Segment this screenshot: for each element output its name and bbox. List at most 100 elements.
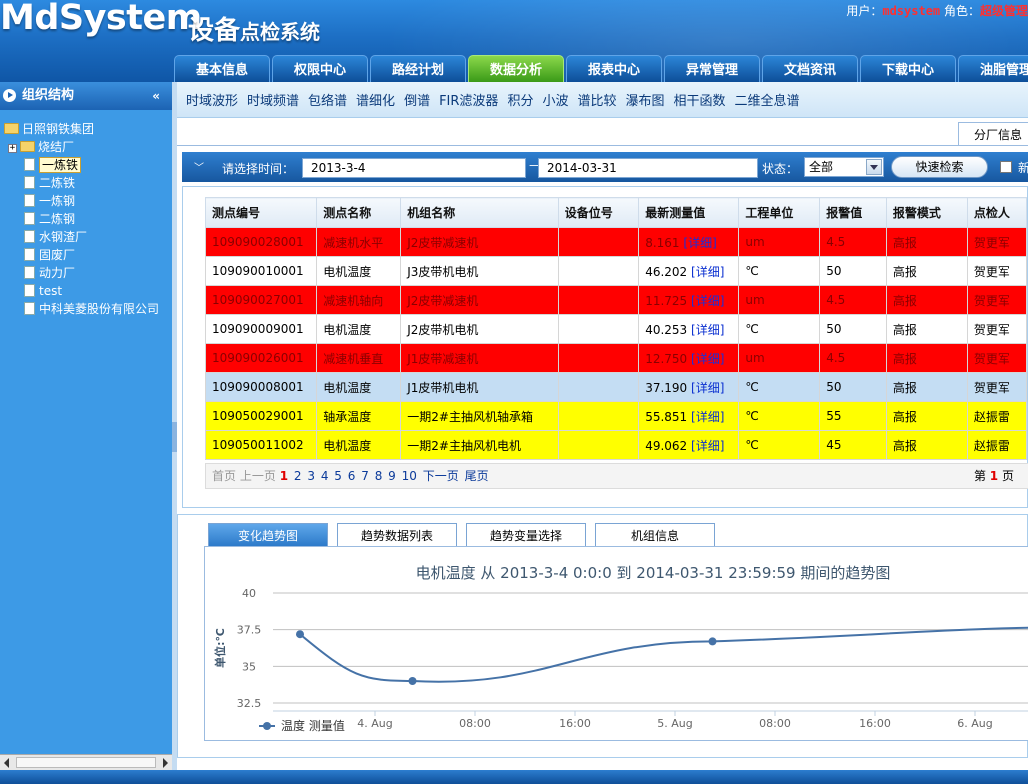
subnav-spectrum-compare[interactable]: 谱比较 [577,90,616,109]
page-link[interactable]: 5 [334,469,342,483]
subnav-wavelet[interactable]: 小波 [542,90,568,109]
table-row[interactable]: 109090010001 电机温度 J3皮带机电机 46.202 [详细] ℃ 50 高报贺… [204,256,1028,286]
nav-tab-permissions[interactable]: 权限中心 [272,55,368,82]
cell-unit-name: J2皮带减速机 [400,227,559,257]
next-page-link[interactable]: 下一页 [423,469,459,483]
col-header[interactable]: 点检人 [966,197,1028,228]
subnav-time-spectrum[interactable]: 时域频谱 [247,90,299,109]
tab-unit-info[interactable]: 机组信息 [595,523,715,547]
collapse-icon[interactable]: « [152,82,160,110]
table-row[interactable]: 109090026001 减速机垂直 J1皮带减速机 12.750 [详细] um 4.5… [204,343,1028,373]
nav-tab-documents[interactable]: 文档资讯 [762,55,858,82]
quick-search-button[interactable]: 快速检索 [891,156,988,178]
col-header[interactable]: 报警模式 [885,197,968,228]
nav-tab-basic-info[interactable]: 基本信息 [174,55,270,82]
detail-link[interactable]: [详细] [691,323,724,337]
sidebar-scrollbar[interactable] [0,754,172,770]
dropdown-arrow-icon[interactable] [866,159,882,175]
page-link[interactable]: 7 [361,469,369,483]
nav-tab-exceptions[interactable]: 异常管理 [664,55,760,82]
col-header[interactable]: 报警值 [819,197,887,228]
scroll-thumb[interactable] [16,757,156,768]
detail-link[interactable]: [详细] [691,381,724,395]
subnav-holospectrum[interactable]: 二维全息谱 [735,90,800,109]
start-date-input[interactable] [302,158,526,178]
subnav-integral[interactable]: 积分 [507,90,533,109]
col-header[interactable]: 最新测量值 [638,197,740,228]
nav-tab-route-plan[interactable]: 路经计划 [370,55,466,82]
tab-trend-chart[interactable]: 变化趋势图 [208,523,328,547]
page-link[interactable]: 6 [348,469,356,483]
detail-link[interactable]: [详细] [683,236,716,250]
nav-tab-reports[interactable]: 报表中心 [566,55,662,82]
tree-node-selected[interactable]: 一炼铁 [4,156,172,174]
scroll-right-icon[interactable] [163,758,168,768]
tab-trend-data-list[interactable]: 趋势数据列表 [337,523,457,547]
nav-tab-data-analysis[interactable]: 数据分析 [468,55,564,82]
page-link[interactable]: 8 [375,469,383,483]
tab-branch-info[interactable]: 分厂信息 [958,122,1028,146]
page-link[interactable]: 4 [321,469,329,483]
tree-node[interactable]: 二炼钢 [4,210,172,228]
table-row[interactable]: 109090008001 电机温度 J1皮带机电机 37.190 [详细] ℃ 50 高报贺… [204,372,1028,402]
tab-trend-variable[interactable]: 趋势变量选择 [466,523,586,547]
detail-link[interactable]: [详细] [691,439,724,453]
first-page-link[interactable]: 首页 [212,469,236,483]
subnav-time-waveform[interactable]: 时域波形 [186,90,238,109]
page-link[interactable]: 10 [402,469,417,483]
col-header[interactable]: 设备位号 [557,197,640,228]
new-checkbox[interactable] [1000,161,1012,173]
col-header[interactable]: 测点编号 [204,197,318,228]
col-header[interactable]: 工程单位 [738,197,821,228]
tree-node[interactable]: 固废厂 [4,246,172,264]
cell-id: 109090009001 [204,314,318,344]
page-link[interactable]: 2 [294,469,302,483]
subnav-fir-filter[interactable]: FIR滤波器 [439,90,498,109]
cell-person: 贺更军 [966,285,1028,315]
subnav-coherence[interactable]: 相干函数 [674,90,726,109]
table-row[interactable]: 109050029001 轴承温度 一期2#主抽风机轴承箱 55.851 [详细] ℃ 5… [204,401,1028,431]
cell-value: 37.190 [详细] [638,372,740,402]
detail-link[interactable]: [详细] [691,352,724,366]
tab-divider [177,145,1028,146]
tree-node[interactable]: 二炼铁 [4,174,172,192]
tree-node[interactable]: 水钢渣厂 [4,228,172,246]
subnav-envelope[interactable]: 包络谱 [308,90,347,109]
table-row[interactable]: 109090027001 减速机轴向 J2皮带减速机 11.725 [详细] um 4.5… [204,285,1028,315]
tree-node-group[interactable]: + 烧结厂 [4,138,172,156]
subnav-cepstrum[interactable]: 倒谱 [404,90,430,109]
page-link[interactable]: 3 [307,469,315,483]
table-row[interactable]: 109090009001 电机温度 J2皮带机电机 40.253 [详细] ℃ 50 高报贺… [204,314,1028,344]
subnav-waterfall[interactable]: 瀑布图 [625,90,664,109]
col-header[interactable]: 测点名称 [316,197,402,228]
status-select[interactable]: 全部 [804,157,884,177]
table-row[interactable]: 109050011002 电机温度 一期2#主抽风机电机 49.062 [详细] ℃ 45… [204,430,1028,460]
tree-node[interactable]: 中科美菱股份有限公司 [4,300,172,318]
last-page-link[interactable]: 尾页 [465,469,489,483]
subnav-zoom-spectrum[interactable]: 谱细化 [356,90,395,109]
nav-tab-downloads[interactable]: 下载中心 [860,55,956,82]
col-header[interactable]: 机组名称 [400,197,559,228]
cell-name: 电机温度 [316,256,402,286]
chevron-down-icon[interactable]: ﹀ [194,159,204,174]
scroll-left-icon[interactable] [4,758,9,768]
sidebar: 组织结构 « 日照钢铁集团 + 烧结厂 一炼铁 二炼铁 一炼钢 二炼钢 水钢渣厂 … [0,82,172,770]
prev-page-link[interactable]: 上一页 [240,469,276,483]
cell-name: 轴承温度 [316,401,402,431]
page-link[interactable]: 9 [388,469,396,483]
detail-link[interactable]: [详细] [691,265,724,279]
cell-mode: 高报 [885,227,968,257]
detail-link[interactable]: [详细] [691,294,724,308]
tree-node-root[interactable]: 日照钢铁集团 [4,120,172,138]
end-date-input[interactable] [538,158,758,178]
tree-node[interactable]: 一炼钢 [4,192,172,210]
tree-node[interactable]: test [4,282,172,300]
cell-id: 109090026001 [204,343,318,373]
detail-link[interactable]: [详细] [691,410,724,424]
tree-node[interactable]: 动力厂 [4,264,172,282]
table-row[interactable]: 109090028001 减速机水平 J2皮带减速机 8.161 [详细] um 4.5 高… [204,227,1028,257]
page-info-number: 1 [989,469,999,483]
y-tick-label: 35 [242,660,256,673]
nav-tab-grease[interactable]: 油脂管理 [958,55,1028,82]
expand-icon[interactable]: + [8,144,17,153]
